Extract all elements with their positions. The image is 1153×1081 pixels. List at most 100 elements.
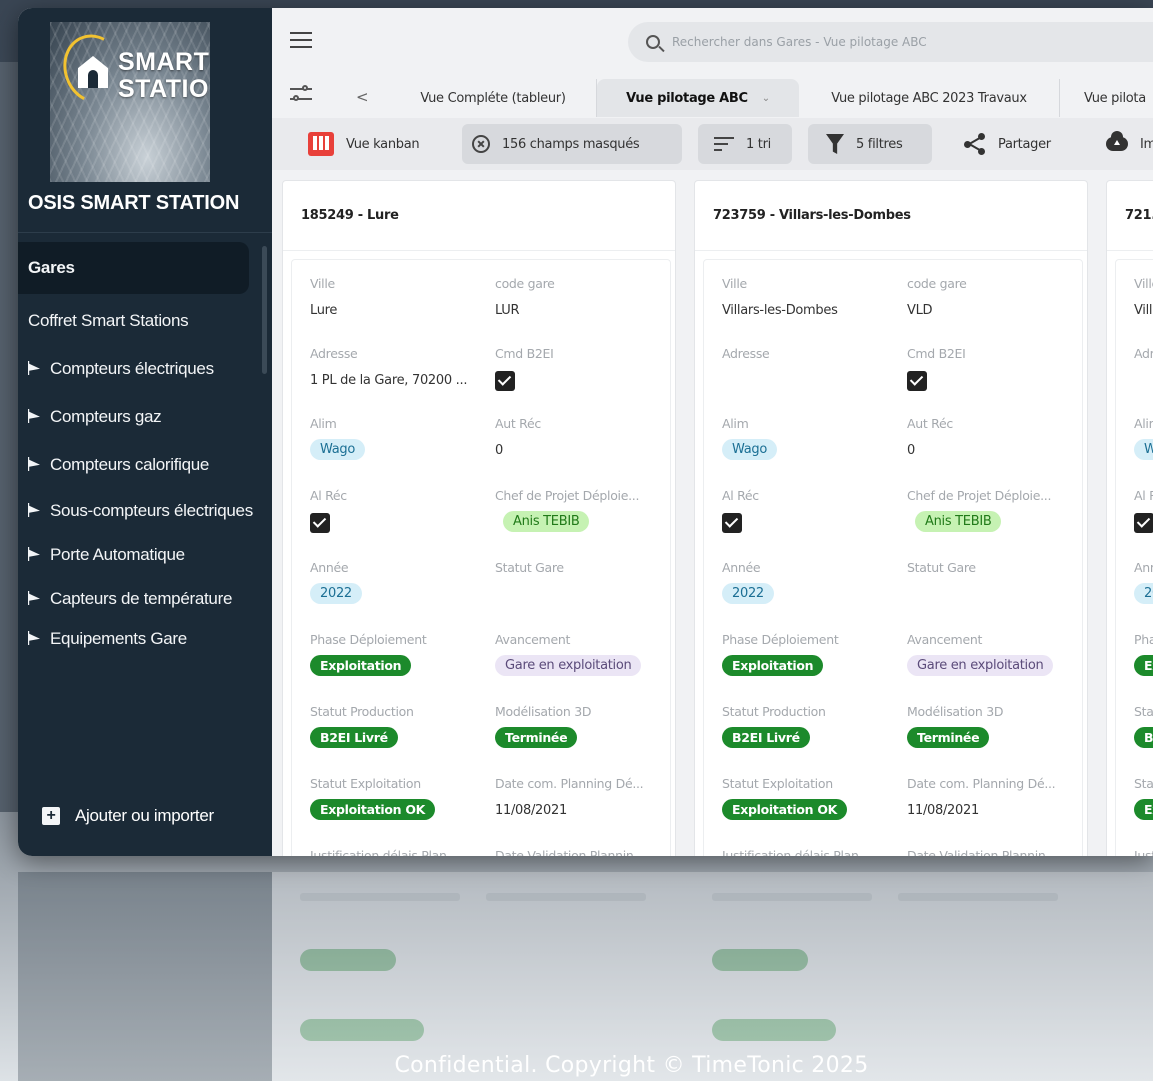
tag-pill: Wago <box>310 439 365 460</box>
column-title[interactable]: 723759 - Villars-les-Dombes <box>695 181 1087 251</box>
field-chef-projet: Chef de Projet Déploie... Anis TEBIB <box>495 488 675 532</box>
tag-pill: B2EI Livré <box>722 727 810 748</box>
kanban-column: 185249 - Lure Ville Lure code gare LUR Adr… <box>282 180 676 856</box>
kanban-column: 721... VilleVille Adresse AlimWa Al Réc … <box>1106 180 1153 856</box>
field-phase-deploiement: Phase DéploiementExp <box>1134 632 1153 676</box>
sidebar-item-label: Equipements Gare <box>50 629 187 648</box>
table-icon <box>28 503 40 517</box>
checkbox-checked[interactable] <box>722 513 742 533</box>
add-or-import-button[interactable]: + Ajouter ou importer <box>18 796 272 836</box>
tab-vue-pilotage-abc[interactable]: Vue pilotage ABC ⌄ <box>597 79 799 117</box>
reflection-pill <box>712 1019 836 1041</box>
hidden-fields-label: 156 champs masqués <box>502 136 640 152</box>
tag-pill: Anis TEBIB <box>503 511 590 532</box>
logo: SMART STATIO <box>50 22 210 182</box>
column-title[interactable]: 185249 - Lure <box>283 181 675 251</box>
sidebar-item-sous-compteurs[interactable]: Sous-compteurs électriques <box>18 498 272 524</box>
sidebar-item-equipements-gare[interactable]: Equipements Gare <box>18 626 272 652</box>
field-alim: Alim Wago <box>722 416 902 460</box>
share-icon <box>964 133 986 155</box>
field-annee: Année 2022 <box>310 560 490 604</box>
copyright-footer: Confidential. Copyright © TimeTonic 2025 <box>394 1053 869 1078</box>
kanban-card[interactable]: Ville Villars-les-Dombes code gare VLD Adr… <box>703 259 1083 856</box>
checkbox-checked[interactable] <box>907 371 927 391</box>
tab-vue-pilotage-more[interactable]: Vue pilota <box>1070 79 1153 117</box>
field-adresse: Adresse <box>722 346 770 361</box>
sidebar-item-compteurs-calorifique[interactable]: Compteurs calorifique <box>18 452 272 478</box>
tab-vue-complete[interactable]: Vue Compléte (tableur) <box>390 79 597 117</box>
tag-pill: B2EI Livré <box>310 727 398 748</box>
filters-label: 5 filtres <box>856 136 903 152</box>
field-avancement: Avancement Gare en exploitation <box>907 632 1087 676</box>
kanban-card[interactable]: VilleVille Adresse AlimWa Al Réc Année20… <box>1115 259 1153 856</box>
sidebar-item-label: Porte Automatique <box>50 545 185 564</box>
logo-text-line1: SMART <box>118 48 210 76</box>
tab-vue-pilotage-abc-2023-travaux[interactable]: Vue pilotage ABC 2023 Travaux <box>799 79 1060 117</box>
tab-label: Vue pilotage ABC 2023 Travaux <box>831 90 1027 106</box>
hidden-fields-button[interactable]: 156 champs masqués <box>462 124 682 164</box>
field-code-gare: code gare VLD <box>907 276 967 318</box>
field-statut-exploitation: Statut Exploitation Exploitation OK <box>310 776 490 820</box>
checkbox-checked[interactable] <box>1134 513 1153 533</box>
table-icon <box>28 547 40 561</box>
field-al-rec: Al Réc <box>722 488 902 533</box>
sidebar-item-coffret[interactable]: Coffret Smart Stations <box>18 308 272 334</box>
kanban-icon <box>308 132 334 156</box>
menu-icon[interactable] <box>290 32 312 48</box>
sort-label: 1 tri <box>746 136 771 152</box>
column-title[interactable]: 721... <box>1107 181 1153 251</box>
filter-icon <box>826 134 844 154</box>
field-phase-deploiement: Phase Déploiement Exploitation <box>310 632 490 676</box>
sidebar-item-compteurs-gaz[interactable]: Compteurs gaz <box>18 404 272 430</box>
reflection-sidebar <box>18 872 272 1081</box>
share-button[interactable]: Partager <box>954 124 1061 164</box>
sort-button[interactable]: 1 tri <box>698 124 792 164</box>
sidebar-item-compteurs-electriques[interactable]: Compteurs électriques <box>18 356 272 382</box>
field-annee: Année 2022 <box>722 560 902 604</box>
field-justification: Justification délais Plan... <box>722 848 870 856</box>
field-annee: Année20 <box>1134 560 1153 604</box>
import-button[interactable]: Im <box>1096 124 1153 164</box>
field-al-rec: Al Réc <box>1134 488 1153 533</box>
reflection-text <box>486 893 646 901</box>
field-statut-production: Statut Production B2EI Livré <box>310 704 490 748</box>
tag-pill: 20 <box>1134 583 1153 604</box>
tag-pill: Gare en exploitation <box>495 655 642 676</box>
view-settings-icon[interactable] <box>290 84 312 104</box>
import-label: Im <box>1140 136 1153 152</box>
field-date-com: Date com. Planning Dé... 11/08/2021 <box>907 776 1056 818</box>
checkbox-checked[interactable] <box>310 513 330 533</box>
field-modelisation-3d: Modélisation 3D Terminée <box>495 704 675 748</box>
field-adresse: Adresse <box>1134 346 1153 361</box>
sidebar-item-porte-automatique[interactable]: Porte Automatique <box>18 542 272 568</box>
filters-button[interactable]: 5 filtres <box>808 124 932 164</box>
search-bar[interactable] <box>628 22 1153 62</box>
field-statut-gare: Statut Gare <box>495 560 564 575</box>
field-phase-deploiement: Phase Déploiement Exploitation <box>722 632 902 676</box>
field-date-validation: Date Validation Plannin... <box>907 848 1057 856</box>
sidebar: SMART STATIO OSIS SMART STATION Gares Co… <box>18 8 272 856</box>
kanban-card[interactable]: Ville Lure code gare LUR Adresse 1 PL de la… <box>291 259 671 856</box>
tag-pill: Wa <box>1134 439 1153 460</box>
kanban-label: Vue kanban <box>346 136 420 152</box>
tag-pill: Terminée <box>907 727 990 748</box>
chevron-down-icon[interactable]: ⌄ <box>762 93 770 104</box>
table-icon <box>28 591 40 605</box>
checkbox-checked[interactable] <box>495 371 515 391</box>
tab-label: Vue Compléte (tableur) <box>420 90 566 106</box>
field-aut-rec: Aut Réc 0 <box>907 416 953 458</box>
chevron-left-icon[interactable]: < <box>356 88 369 106</box>
field-al-rec: Al Réc <box>310 488 490 533</box>
reflection-main <box>272 872 1153 1081</box>
sidebar-item-capteurs-temperature[interactable]: Capteurs de température <box>18 586 272 612</box>
tag-pill: Terminée <box>495 727 578 748</box>
search-input[interactable] <box>672 35 1112 49</box>
sidebar-item-gares[interactable]: Gares <box>18 242 249 294</box>
sidebar-scrollbar[interactable] <box>262 246 267 374</box>
sidebar-item-label: Gares <box>28 258 75 277</box>
sidebar-item-label: Coffret Smart Stations <box>28 311 189 330</box>
tag-pill: 2022 <box>310 583 362 604</box>
cloud-upload-icon <box>1106 131 1128 151</box>
field-date-validation: Date Validation Plannin... <box>495 848 645 856</box>
kanban-view-button[interactable]: Vue kanban <box>298 124 429 164</box>
